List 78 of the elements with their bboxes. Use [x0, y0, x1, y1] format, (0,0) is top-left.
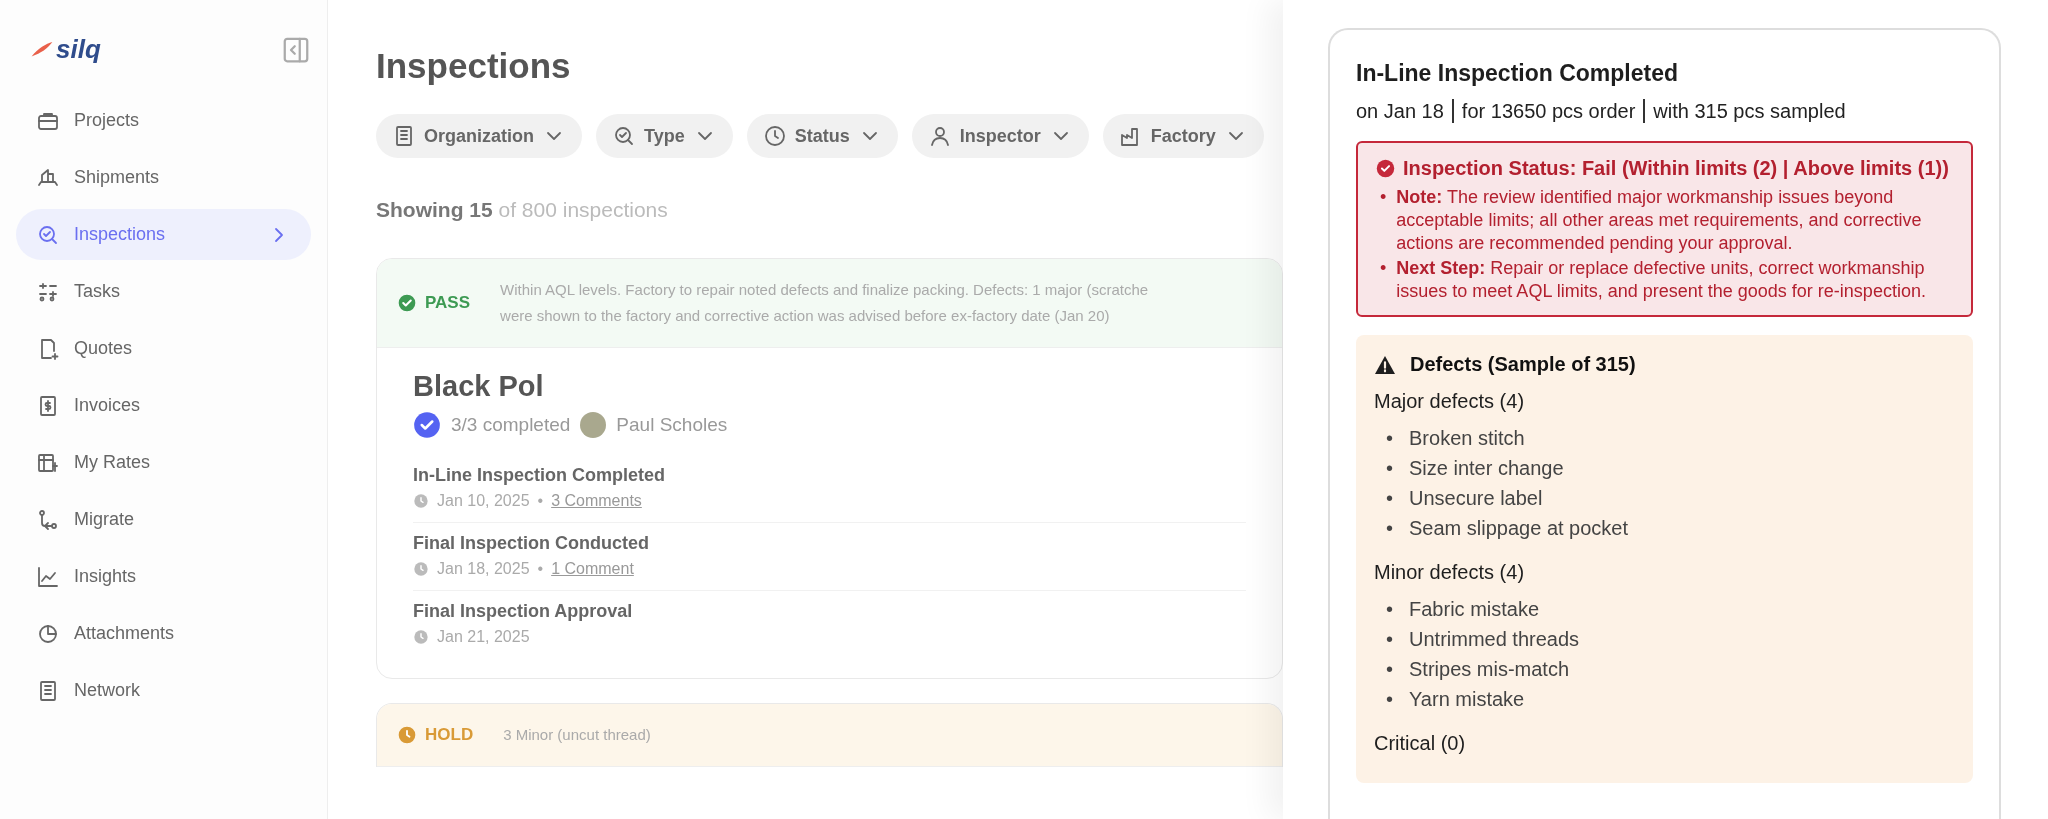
nav-item[interactable]: Invoices: [16, 380, 311, 431]
nav-item[interactable]: Projects: [16, 95, 311, 146]
step-title: Final Inspection Approval: [413, 601, 634, 622]
status-label: HOLD: [425, 725, 474, 745]
filter-dropdown[interactable]: Factory: [1102, 114, 1264, 158]
clock-icon: [413, 561, 429, 577]
bullet: •: [1386, 597, 1393, 622]
defect-group-heading: Critical (0): [1374, 732, 1467, 755]
defect-item: Broken stitch: [1409, 426, 1525, 451]
warning-icon: [1374, 354, 1396, 375]
clock-icon: [762, 124, 787, 148]
status-label: PASS: [425, 293, 471, 313]
alert-text: Next Step: Repair or replace defective units, correct workmanship issues to meet AQL limits, and present the goods for re-inspection.: [1396, 257, 1927, 303]
result-count: Showing 15 of 800 inspections: [376, 198, 669, 222]
defect-item: Seam slippage at pocket: [1409, 516, 1629, 541]
bullet-separator: •: [537, 560, 544, 578]
check-circle-icon: [397, 293, 417, 313]
nav-item[interactable]: Insights: [16, 551, 311, 602]
filter-dropdown[interactable]: Status: [746, 114, 898, 158]
bullet: •: [1386, 627, 1393, 652]
defect-item: Untrimmed threads: [1409, 627, 1580, 652]
logo: silq: [56, 34, 101, 65]
step-date: Jan 21, 2025: [437, 628, 530, 646]
check-circle-icon: [1376, 159, 1395, 178]
defect-item: Size inter change: [1409, 456, 1564, 481]
flow-icon: [36, 507, 60, 532]
bullet-separator: •: [537, 492, 544, 510]
alert-text: Note: The review identified major workmanship issues beyond acceptable limits; all other areas met requirements, and corrective actions are recommended pending your approval.: [1396, 186, 1923, 255]
filter-dropdown[interactable]: Inspector: [911, 114, 1089, 158]
defects-title: Defects (Sample of 315): [1410, 353, 1636, 376]
alert-heading: Inspection Status: Fail (Within limits (2) | Above limits (1)): [1403, 157, 1949, 180]
clock-icon: [397, 725, 417, 745]
defect-item: Stripes mis-match: [1409, 657, 1570, 682]
progress-text: 3/3 completed: [451, 414, 571, 436]
status-note: Within AQL levels. Factory to repair noted defects and finalize packing. Defects: 1 major (scratche were shown to the factory and corrective action was advised before ex-factory date (Jan 20): [500, 280, 1149, 326]
step-date: Jan 18, 2025: [437, 560, 530, 578]
meta-text: on Jan 18: [1356, 99, 1444, 123]
nav-item[interactable]: Tasks: [16, 266, 311, 317]
avatar: [580, 412, 607, 438]
defect-item: Yarn mistake: [1409, 687, 1525, 712]
bullet: •: [1386, 687, 1393, 712]
card-title: Black Pol: [413, 370, 545, 403]
status-note: 3 Minor (uncut thread): [503, 725, 651, 745]
step-title: Final Inspection Conducted: [413, 533, 650, 554]
panel-title: In-Line Inspection Completed: [1356, 60, 1679, 87]
nav-item[interactable]: Shipments: [16, 152, 311, 203]
nav-item[interactable]: My Rates: [16, 437, 311, 488]
nav-item[interactable]: Inspections: [16, 209, 311, 260]
bullet: •: [1386, 486, 1393, 511]
defect-item: Fabric mistake: [1409, 597, 1540, 622]
defect-group-heading: Major defects (4): [1374, 390, 1526, 413]
bullet: •: [1386, 456, 1393, 481]
inspector-name: Paul Scholes: [616, 414, 728, 436]
bullet: •: [1380, 186, 1387, 209]
nav-item[interactable]: Quotes: [16, 323, 311, 374]
filter-dropdown[interactable]: Organization: [376, 114, 582, 158]
page-title: Inspections: [376, 46, 572, 86]
search-check-icon: [612, 124, 636, 148]
bullet: •: [1386, 657, 1393, 682]
defect-item: Unsecure label: [1409, 486, 1543, 511]
step-date: Jan 10, 2025: [437, 492, 530, 510]
nav-item[interactable]: Attachments: [16, 608, 311, 659]
chart-icon: [36, 564, 60, 589]
bullet: •: [1386, 516, 1393, 541]
meta-text: with 315 pcs sampled: [1653, 99, 1846, 123]
comments-link[interactable]: 3 Comments: [551, 492, 642, 510]
comments-link[interactable]: 1 Comment: [551, 560, 634, 578]
bullet: •: [1386, 426, 1393, 451]
step-title: In-Line Inspection Completed: [413, 465, 666, 486]
clock-icon: [413, 493, 429, 509]
nav-item[interactable]: Network: [16, 665, 311, 716]
clock-icon: [413, 629, 429, 645]
check-circle-icon: [413, 411, 441, 439]
filter-dropdown[interactable]: Type: [596, 114, 733, 158]
meta-text: for 13650 pcs order: [1461, 99, 1636, 123]
bullet: •: [1380, 257, 1387, 280]
nav-item[interactable]: Migrate: [16, 494, 311, 545]
defect-group-heading: Minor defects (4): [1374, 561, 1526, 584]
